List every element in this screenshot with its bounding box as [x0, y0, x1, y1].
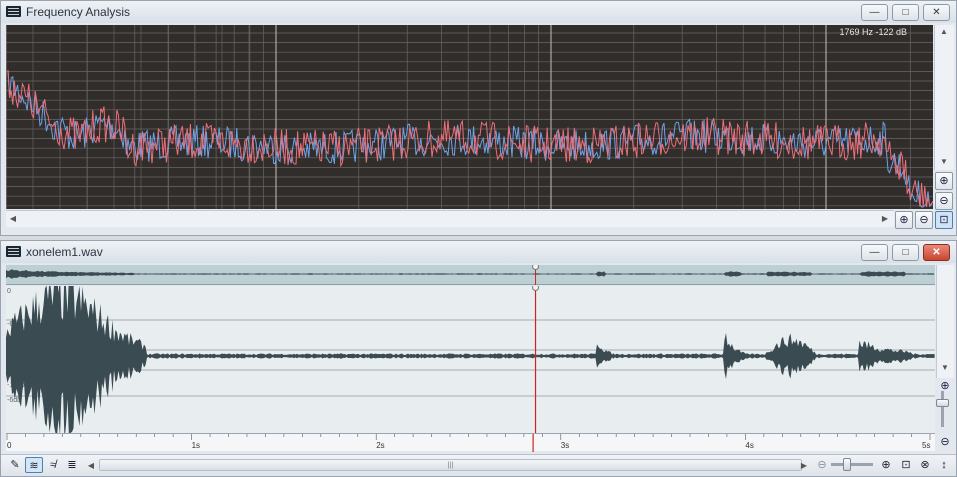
zoom-fit-icon[interactable]: ⊗	[916, 457, 934, 473]
freq-maximize-button[interactable]: □	[892, 4, 919, 21]
frequency-analysis-window: Frequency Analysis — □ ✕ 1769 Hz -122 dB…	[0, 0, 957, 236]
scroll-right-icon[interactable]: ▶	[798, 461, 810, 470]
freq-close-button[interactable]: ✕	[923, 4, 950, 21]
overview-waveform	[6, 269, 934, 279]
ruler-tick-label: 3s	[561, 441, 569, 450]
freq-minimize-button[interactable]: —	[861, 4, 888, 21]
waveform-noise-icon[interactable]: ≣	[63, 457, 81, 473]
cursor-readout: 1769 Hz -122 dB	[839, 27, 907, 37]
waveform-shape	[6, 272, 935, 440]
waveform-overview[interactable]	[6, 263, 935, 285]
db-label: 0	[7, 288, 11, 295]
scroll-right-icon[interactable]: ▶	[879, 214, 891, 223]
scroll-down-icon[interactable]: ▼	[939, 363, 951, 372]
waveform-editor[interactable]: 0-6db-12db-18db-18db-12db-6db	[6, 272, 935, 449]
wave-toolbar: ✎ ≋ ≉ ≣ ◀ ||| ▶ ⊖ ⊕ ⊡ ⊗ ↕	[1, 454, 956, 476]
scroll-left-icon[interactable]: ◀	[85, 461, 97, 470]
wave-titlebar[interactable]: xonelem1.wav — □ ✕	[1, 241, 956, 263]
overview-cursor-handle[interactable]	[532, 263, 540, 270]
wave-vzoom-out-button[interactable]: ⊖	[936, 434, 954, 452]
vertical-zoom-knob[interactable]	[936, 399, 949, 407]
scrollbar-thumb[interactable]: |||	[100, 460, 801, 470]
freq-hzoom-out-button[interactable]: ⊖	[915, 211, 933, 229]
freq-vertical-scrollbar[interactable]: ▲ ▼	[934, 25, 954, 170]
ruler-tick-label: 5s	[922, 441, 930, 450]
zoom-out-small-icon[interactable]: ⊖	[813, 457, 831, 473]
vertical-zoom-slider[interactable]	[936, 391, 949, 427]
ruler-tick-label: 4s	[745, 441, 753, 450]
time-ruler[interactable]: 0 1s 2s 3s 4s 5s	[6, 433, 935, 452]
waveform-app-icon	[6, 246, 21, 257]
waveform-split-icon[interactable]: ≉	[44, 457, 62, 473]
wave-maximize-button[interactable]: □	[892, 244, 919, 261]
freq-titlebar[interactable]: Frequency Analysis — □ ✕	[1, 1, 956, 23]
waveform-canvas: 0-6db-12db-18db-18db-12db-6db	[6, 272, 935, 440]
scroll-left-icon[interactable]: ◀	[7, 214, 19, 223]
cursor-handle[interactable]	[532, 284, 540, 291]
ruler-tick-label: 2s	[376, 441, 384, 450]
freq-horizontal-scrollbar[interactable]: ◀ ▶	[6, 210, 894, 227]
freq-zoom-fit-button[interactable]: ⊡	[935, 211, 953, 229]
spectrum-grid	[6, 25, 933, 209]
horizontal-zoom-slider[interactable]	[831, 458, 873, 471]
pencil-icon[interactable]: ✎	[6, 457, 24, 473]
overview-canvas	[6, 263, 934, 285]
wave-close-button[interactable]: ✕	[923, 244, 950, 261]
zoom-selection-icon[interactable]: ⊡	[897, 457, 915, 473]
freq-hzoom-in-button[interactable]: ⊕	[895, 211, 913, 229]
wave-vertical-scrollbar[interactable]: ▼	[936, 265, 954, 378]
horizontal-zoom-knob[interactable]	[843, 458, 851, 471]
freq-vzoom-out-button[interactable]: ⊖	[935, 192, 953, 210]
scroll-up-icon[interactable]: ▲	[938, 27, 950, 36]
waveform-window: xonelem1.wav — □ ✕ 0-6db-12db-18db-18db-…	[0, 240, 957, 477]
wave-minimize-button[interactable]: —	[861, 244, 888, 261]
zoom-in-icon[interactable]: ⊕	[877, 457, 895, 473]
scrollbar-grip: |||	[447, 462, 454, 469]
ruler-tick-label: 1s	[192, 441, 200, 450]
spectrum-canvas	[6, 25, 933, 209]
ruler-ticks: 0 1s 2s 3s 4s 5s	[6, 434, 930, 452]
scroll-down-icon[interactable]: ▼	[938, 157, 950, 166]
wave-window-title: xonelem1.wav	[26, 245, 103, 259]
vertical-zoom-icon[interactable]: ↕	[935, 457, 953, 473]
wave-vzoom-in-button[interactable]: ⊕	[936, 378, 954, 396]
waveform-app-icon	[6, 6, 21, 17]
waveform-select-icon[interactable]: ≋	[25, 457, 43, 473]
freq-vzoom-in-button[interactable]: ⊕	[935, 172, 953, 190]
wave-horizontal-scrollbar[interactable]: |||	[99, 459, 802, 471]
ruler-tick-label: 0	[7, 441, 12, 450]
spectrum-plot[interactable]: 1769 Hz -122 dB	[6, 25, 933, 209]
freq-window-title: Frequency Analysis	[26, 5, 131, 19]
